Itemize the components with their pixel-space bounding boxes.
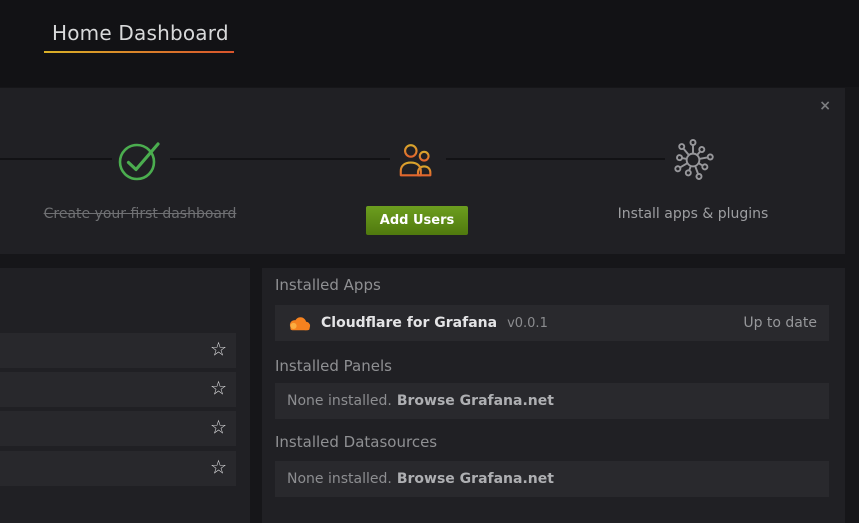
step-create-dashboard: Create your first dashboard [20,88,260,254]
app-version: v0.0.1 [507,316,548,331]
plugin-list-panel: Installed Apps Cloudflare for Grafana v0… [262,268,845,523]
star-icon[interactable]: ☆ [210,418,227,437]
installed-panels-heading: Installed Panels [275,357,392,375]
page-title[interactable]: Home Dashboard [52,21,229,45]
plugins-icon [669,136,717,184]
installed-app-row[interactable]: Cloudflare for Grafana v0.0.1 Up to date [275,305,829,341]
installed-datasources-empty-row: None installed. Browse Grafana.net [275,461,829,497]
installed-apps-heading: Installed Apps [275,276,381,294]
dashboard-list-panel: ☆ ☆ ☆ ☆ [0,268,250,523]
add-users-button-wrap: Add Users [297,206,537,235]
add-users-button[interactable]: Add Users [366,206,468,235]
cloudflare-logo-icon [287,315,312,332]
browse-grafana-net-link[interactable]: Browse Grafana.net [397,393,554,409]
dashboard-header: Home Dashboard [0,0,859,87]
users-icon [396,141,438,179]
step-create-dashboard-label[interactable]: Create your first dashboard [20,206,260,222]
install-plugins-link[interactable]: Install apps & plugins [573,206,813,222]
star-icon[interactable]: ☆ [210,340,227,359]
installed-panels-empty-row: None installed. Browse Grafana.net [275,383,829,419]
check-circle-icon [116,137,164,183]
dashboard-list-item[interactable]: ☆ [0,411,236,446]
step-add-users: Add Users [297,88,537,254]
empty-text: None installed. [287,471,392,487]
dashboard-list-item[interactable]: ☆ [0,372,236,407]
getting-started-panel: × Create your first dashboard [0,88,845,254]
browse-grafana-net-link[interactable]: Browse Grafana.net [397,471,554,487]
title-underline [44,51,234,53]
close-icon[interactable]: × [819,99,831,113]
app-name[interactable]: Cloudflare for Grafana [321,315,497,331]
star-icon[interactable]: ☆ [210,379,227,398]
installed-datasources-heading: Installed Datasources [275,433,437,451]
dashboard-list-item[interactable]: ☆ [0,333,236,368]
dashboard-list-item[interactable]: ☆ [0,451,236,486]
star-icon[interactable]: ☆ [210,458,227,477]
empty-text: None installed. [287,393,392,409]
app-update-status: Up to date [743,315,817,331]
step-install-plugins: Install apps & plugins [573,88,813,254]
